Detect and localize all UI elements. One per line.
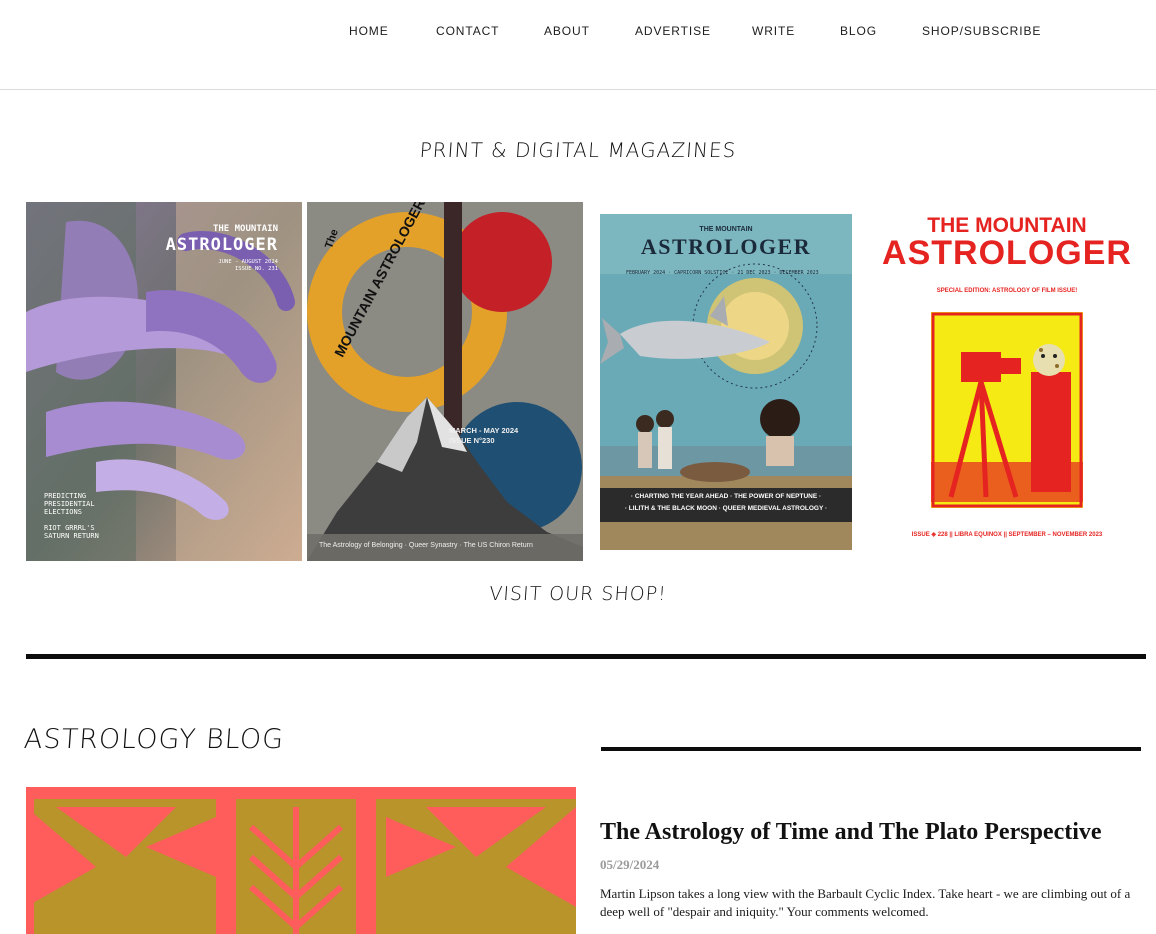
blog-post-divider [601,747,1141,751]
nav-shop-subscribe[interactable]: SHOP/SUBSCRIBE [922,24,1041,38]
cover4-artwork-leopard-camera [931,312,1083,508]
top-navigation: HOME CONTACT ABOUT ADVERTISE WRITE BLOG … [0,0,1156,90]
cover1-issue-number: ISSUE NO. 231 [234,266,278,272]
magazine-cover-june-2024[interactable]: THE MOUNTAIN ASTROLOGER JUNE - AUGUST 20… [26,202,302,561]
visit-shop-link[interactable]: VISIT OUR SHOP! [0,583,1156,605]
magazine-cover-february-2024[interactable]: THE MOUNTAIN ASTROLOGER FEBRUARY 2024 · … [600,214,852,550]
magazine-cover-march-2024[interactable]: The MOUNTAIN ASTROLOGER MARCH - MAY 2024… [307,202,583,561]
cover3-features-line2: · LILITH & THE BLACK MOON · QUEER MEDIEV… [624,505,828,512]
cover4-masthead: ASTROLOGER [882,234,1132,272]
nav-write[interactable]: WRITE [752,24,795,38]
blog-post-image[interactable] [26,787,576,934]
cover2-issue-number: ISSUE N°230 [449,436,495,445]
nav-advertise[interactable]: ADVERTISE [635,24,711,38]
cover3-features-line1: · CHARTING THE YEAR AHEAD · THE POWER OF… [630,493,822,500]
blog-post-title[interactable]: The Astrology of Time and The Plato Pers… [600,819,1140,846]
cover3-masthead-top: THE MOUNTAIN [699,226,753,233]
blog-heading: ASTROLOGY BLOG [22,724,286,755]
nav-about[interactable]: ABOUT [544,24,590,38]
cover4-edition: SPECIAL EDITION: ASTROLOGY OF FILM ISSUE… [936,288,1078,294]
cover3-masthead: ASTROLOGER [640,234,812,259]
cover1-masthead: ASTROLOGER [165,235,278,255]
cover2-issue-date: MARCH - MAY 2024 [449,426,519,435]
blog-image-artwork [26,787,576,934]
section-divider [26,654,1146,659]
magazines-heading: PRINT & DIGITAL MAGAZINES [418,138,738,162]
cover1-issue-date: JUNE - AUGUST 2024 [218,259,278,265]
nav-blog[interactable]: BLOG [840,24,877,38]
nav-home[interactable]: HOME [349,24,389,38]
cover3-ring-text: FEBRUARY 2024 · CAPRICORN SOLSTICE · 21 … [626,270,822,276]
cover4-footer: ISSUE ◈ 228 || LIBRA EQUINOX || SEPTEMBE… [911,532,1103,538]
cover-artwork-mountain [307,202,583,561]
magazine-cover-september-2023[interactable]: THE MOUNTAIN ASTROLOGER SPECIAL EDITION:… [869,202,1145,561]
cover1-masthead-top: THE MOUNTAIN [212,224,278,234]
nav-contact[interactable]: CONTACT [436,24,499,38]
cover1-feature-riot-grrrl: RIOT GRRRL'S SATURN RETURN [44,524,99,540]
blog-post-excerpt: Martin Lipson takes a long view with the… [600,886,1131,919]
cover2-footer-features: The Astrology of Belonging · Queer Synas… [319,542,533,549]
blog-post-date: 05/29/2024 [600,857,660,872]
cover1-feature-elections: PREDICTING PRESIDENTIAL ELECTIONS [44,492,95,516]
